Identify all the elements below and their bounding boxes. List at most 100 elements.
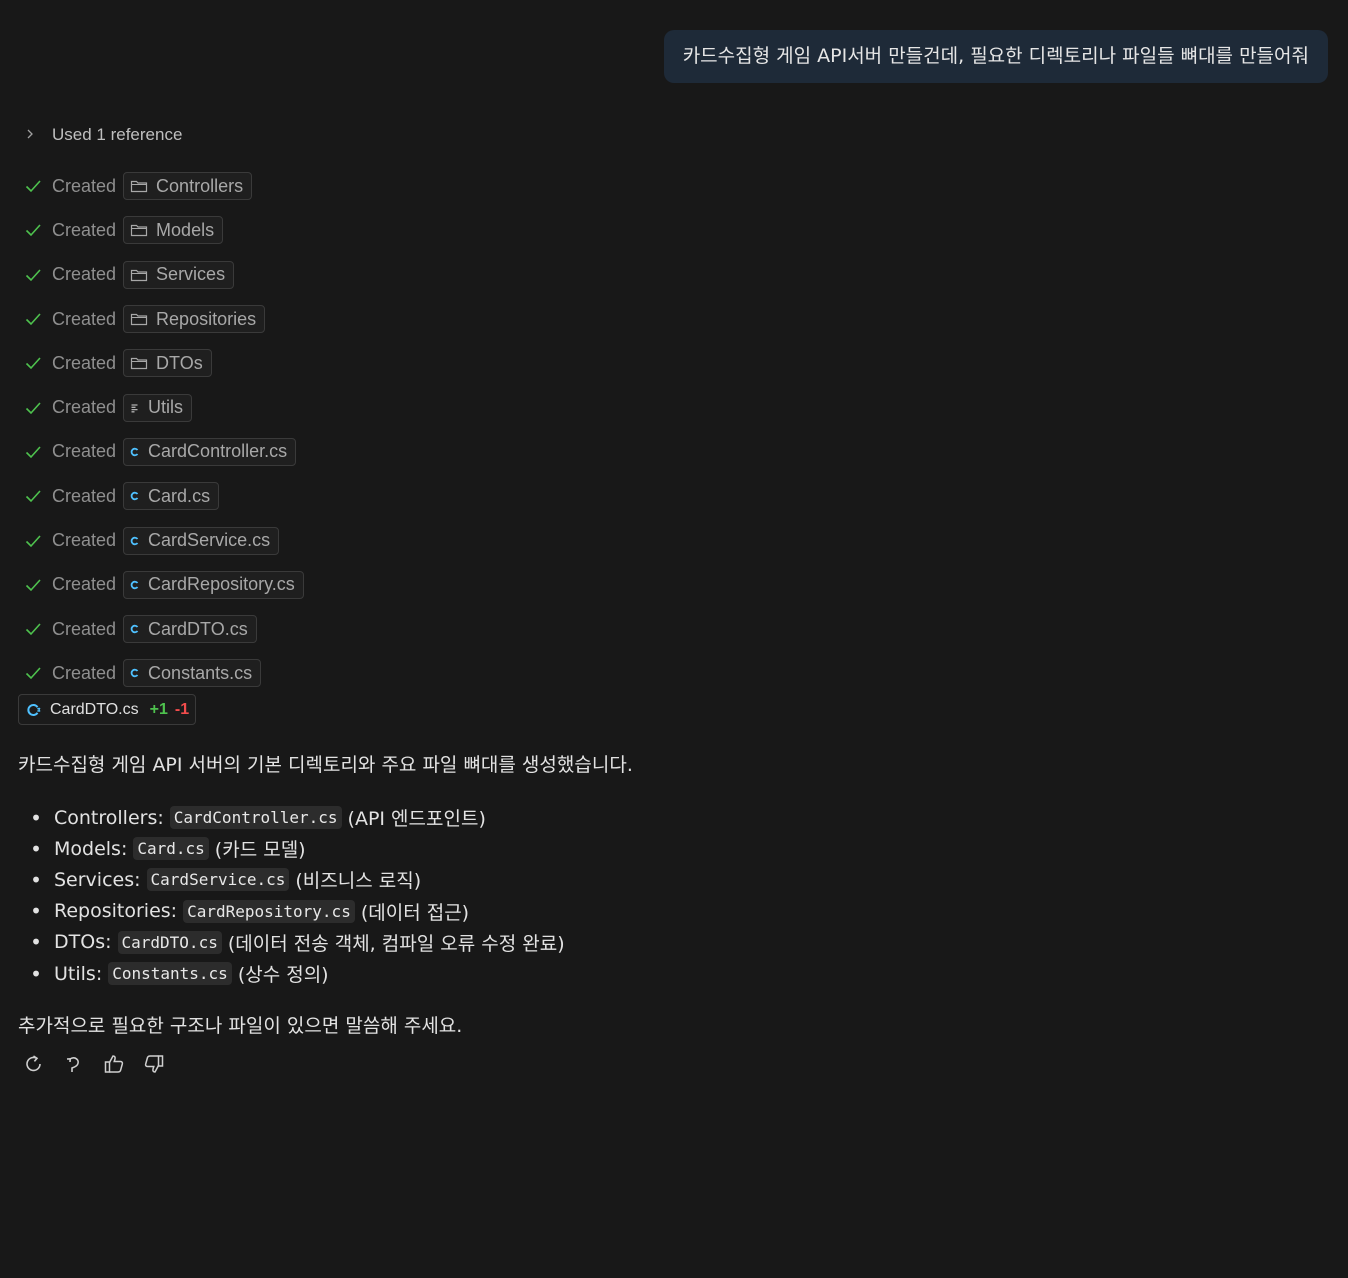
check-icon [25,490,41,503]
created-step: Created DTOs [24,341,304,385]
edited-file-pill[interactable]: CardDTO.cs +1 -1 [18,694,197,725]
created-step: Created Constants.cs [24,651,304,695]
chevron-right-icon [24,127,44,143]
created-item-name: Utils [148,397,184,418]
list-item-description: (카드 모델) [214,839,306,862]
csharp-icon [130,491,140,501]
retry-icon [26,1055,41,1072]
step-verb: Created [52,219,117,240]
step-verb: Created [52,485,117,506]
check-icon [25,446,41,459]
created-step: Created CardService.cs [24,518,304,562]
created-step: Created Repositories [24,297,304,341]
used-references-toggle[interactable]: Used 1 reference [24,120,182,150]
created-item-chip[interactable]: CardService.cs [123,526,280,555]
inline-code: CardDTO.cs [117,930,222,954]
lines-removed: -1 [174,700,190,718]
response-actions [22,1050,166,1078]
created-item-chip[interactable]: CardDTO.cs [123,615,257,644]
response-closing: 추가적으로 필요한 구조나 파일이 있으면 말씀해 주세요. [18,1015,463,1037]
list-item: • Repositories: CardRepository.cs (데이터 접근) [18,896,565,927]
created-item-chip[interactable]: Utils [123,393,193,422]
check-icon [25,357,41,370]
csharp-icon [130,447,140,457]
created-item-chip[interactable]: DTOs [123,349,212,378]
undo-icon [66,1057,79,1072]
csharp-icon [27,703,41,716]
created-step: Created CardRepository.cs [24,563,304,607]
step-verb: Created [52,574,117,595]
created-item-name: CardRepository.cs [148,574,295,595]
csharp-icon [130,624,140,634]
list-item-description: (데이터 전송 객체, 컴파일 오류 수정 완료) [227,932,565,955]
created-item-chip[interactable]: Card.cs [123,482,220,511]
step-verb: Created [52,175,117,196]
folder-icon [130,312,148,326]
list-item-label: Services: [54,868,141,891]
created-step: Created CardController.cs [24,430,304,474]
list-item-label: Utils: [54,962,103,985]
created-item-chip[interactable]: Constants.cs [123,659,262,688]
check-icon [25,579,41,591]
step-verb: Created [52,618,117,639]
csharp-icon [130,580,140,590]
created-step: Created Services [24,253,304,297]
used-references-label: Used 1 reference [52,125,183,144]
list-item-description: (API 엔드포인트) [347,808,486,831]
undo-button[interactable] [62,1050,86,1078]
check-icon [25,313,41,326]
created-item-chip[interactable]: Services [123,260,235,289]
inline-code: Card.cs [133,837,209,861]
list-item-label: Repositories: [54,900,178,923]
list-item-description: (비즈니스 로직) [295,870,422,893]
list-item: • DTOs: CardDTO.cs (데이터 전송 객체, 컴파일 오류 수정 완료… [18,927,565,958]
created-step: Created Models [24,208,304,252]
chat-panel: 카드수집형 게임 API서버 만들건데, 필요한 디렉토리나 파일들 뼈대를 만… [0,0,1348,1278]
check-icon [25,180,41,193]
created-item-name: CardService.cs [148,530,271,551]
list-item: • Utils: Constants.cs (상수 정의) [18,958,565,989]
created-item-name: DTOs [156,352,203,373]
check-icon [25,667,41,680]
check-icon [25,224,41,237]
created-item-chip[interactable]: Controllers [123,172,253,201]
csharp-icon [130,536,140,546]
bullet: • [30,867,42,892]
list-item: • Services: CardService.cs (비즈니스 로직) [18,864,565,895]
thumbs-down-button[interactable] [142,1050,166,1078]
created-item-name: Services [156,264,226,285]
created-item-name: Controllers [156,175,244,196]
created-step: Created Utils [24,385,304,429]
created-item-name: Repositories [156,308,257,329]
user-message: 카드수집형 게임 API서버 만들건데, 필요한 디렉토리나 파일들 뼈대를 만… [663,30,1328,83]
check-icon [25,269,41,281]
thumbs-up-button[interactable] [102,1050,126,1078]
folder-icon [130,223,148,237]
created-item-name: Models [156,219,215,240]
created-item-chip[interactable]: CardRepository.cs [123,570,304,599]
created-step: Created CardDTO.cs [24,607,304,651]
retry-button[interactable] [22,1050,46,1078]
created-item-chip[interactable]: CardController.cs [123,437,297,466]
list-item-label: DTOs: [54,931,112,954]
check-icon [25,534,41,547]
csharp-icon [130,668,140,678]
inline-code: CardService.cs [146,868,290,892]
created-item-name: CardDTO.cs [148,618,248,639]
step-verb: Created [52,662,117,683]
step-verb: Created [52,352,117,373]
created-item-name: Card.cs [148,485,211,506]
step-verb: Created [52,308,117,329]
bullet: • [30,899,42,924]
bullet: • [30,836,42,861]
bullet: • [30,805,42,830]
list-item-description: (데이터 접근) [360,901,470,924]
created-steps-list: Created Controllers Created Models Created Se… [24,164,304,696]
inline-code: Constants.cs [108,962,232,986]
created-item-name: Constants.cs [148,662,253,683]
folder-icon [130,268,148,282]
edited-file-name: CardDTO.cs [50,700,139,718]
created-item-chip[interactable]: Repositories [123,305,266,334]
created-item-chip[interactable]: Models [123,216,224,245]
list-item-label: Models: [54,837,128,860]
